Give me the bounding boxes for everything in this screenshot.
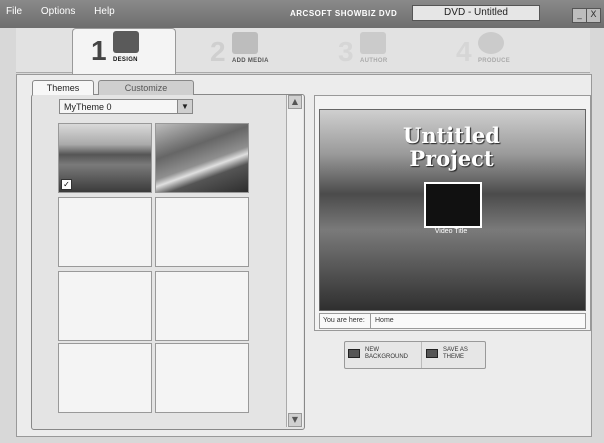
document-title-field: DVD - Untitled: [412, 5, 540, 21]
project-title[interactable]: Untitled Project: [319, 124, 584, 170]
app-name: ARCSOFT SHOWBIZ DVD: [290, 9, 398, 18]
theme-slot-empty[interactable]: [58, 271, 152, 341]
theme-select-value: MyTheme 0: [64, 102, 112, 112]
theme-slot-empty[interactable]: [155, 197, 249, 267]
breadcrumb: You are here: Home: [319, 313, 586, 329]
scroll-down-icon[interactable]: ▼: [288, 413, 302, 427]
project-title-line1: Untitled: [403, 123, 500, 148]
theme-thumbnail-1[interactable]: ✓: [58, 123, 152, 193]
theme-scrollbar[interactable]: ▲ ▼: [286, 95, 303, 427]
tab-themes[interactable]: Themes: [32, 80, 94, 95]
menu-options[interactable]: Options: [41, 6, 75, 17]
save-icon: [426, 349, 438, 358]
step-label: AUTHOR: [360, 58, 388, 64]
theme-slot-empty[interactable]: [58, 343, 152, 413]
minimize-button[interactable]: _: [572, 8, 587, 23]
step-number: 2: [210, 36, 226, 67]
theme-thumbnail-2[interactable]: [155, 123, 249, 193]
theme-slot-empty[interactable]: [58, 197, 152, 267]
background-icon: [348, 349, 360, 358]
video-title[interactable]: Video Title: [414, 228, 488, 235]
preview-actions: NEW BACKGROUND SAVE AS THEME: [344, 341, 486, 369]
close-button[interactable]: X: [586, 8, 601, 23]
title-bar: File Options Help ARCSOFT SHOWBIZ DVD DV…: [0, 0, 604, 28]
step-produce[interactable]: 4 PRODUCE: [456, 30, 536, 72]
tab-customize[interactable]: Customize: [98, 80, 194, 95]
app-window: File Options Help ARCSOFT SHOWBIZ DVD DV…: [0, 0, 604, 443]
menu-help[interactable]: Help: [94, 6, 115, 17]
step-number: 4: [456, 36, 472, 67]
step-add-media[interactable]: 2 ADD MEDIA: [210, 30, 300, 72]
theme-select[interactable]: MyTheme 0 ▼: [59, 99, 193, 114]
step-number: 1: [91, 35, 107, 66]
step-design[interactable]: 1 DESIGN: [72, 28, 176, 75]
add-media-icon: [232, 32, 258, 54]
checkbox-checked-icon[interactable]: ✓: [61, 179, 72, 190]
menu-file[interactable]: File: [6, 6, 22, 17]
menu-bar: File Options Help: [6, 6, 131, 17]
theme-slot-empty[interactable]: [155, 343, 249, 413]
project-title-line2: Project: [409, 146, 494, 171]
breadcrumb-home[interactable]: Home: [370, 314, 394, 328]
design-icon: [113, 31, 139, 53]
step-author[interactable]: 3 AUTHOR: [338, 30, 418, 72]
breadcrumb-label: You are here:: [323, 317, 365, 324]
save-as-theme-label: SAVE AS THEME: [443, 347, 468, 360]
produce-icon: [478, 32, 504, 54]
author-icon: [360, 32, 386, 54]
step-label: DESIGN: [113, 57, 138, 63]
video-thumbnail[interactable]: [424, 182, 482, 228]
chevron-down-icon[interactable]: ▼: [177, 100, 192, 113]
step-label: ADD MEDIA: [232, 58, 269, 64]
scroll-up-icon[interactable]: ▲: [288, 95, 302, 109]
new-background-label: NEW BACKGROUND: [365, 347, 409, 360]
step-label: PRODUCE: [478, 58, 511, 64]
step-number: 3: [338, 36, 354, 67]
new-background-button[interactable]: NEW BACKGROUND: [345, 342, 422, 368]
save-as-theme-button[interactable]: SAVE AS THEME: [423, 342, 485, 368]
theme-slot-empty[interactable]: [155, 271, 249, 341]
